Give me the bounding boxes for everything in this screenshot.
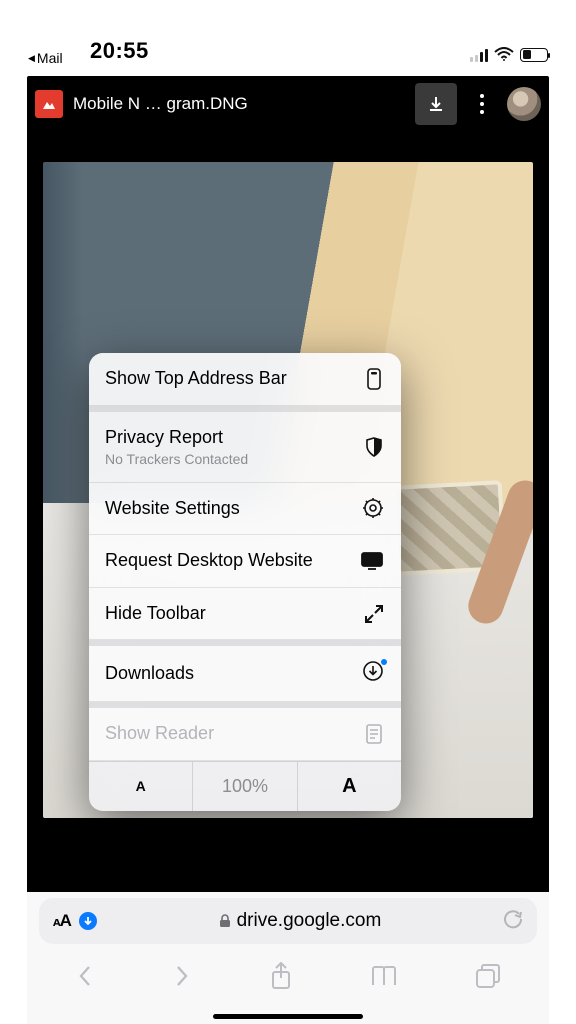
tabs-button[interactable] [475,963,501,989]
address-bar-icon [365,368,383,390]
menu-hide-toolbar[interactable]: Hide Toolbar [89,588,401,641]
more-menu-button[interactable] [467,94,497,114]
file-title: Mobile N … gram.DNG [73,94,405,114]
battery-icon [520,48,548,62]
share-button[interactable] [269,962,293,990]
privacy-sublabel: No Trackers Contacted [105,451,248,467]
menu-website-settings[interactable]: Website Settings [89,483,401,536]
desktop-icon [361,552,383,570]
menu-privacy-report[interactable]: Privacy ReportNo Trackers Contacted [89,406,401,483]
menu-show-top-address-bar[interactable]: Show Top Address Bar [89,353,401,406]
cellular-signal-icon [470,48,488,62]
page-settings-button[interactable]: ᴀA [53,911,71,931]
zoom-level: 100% [192,762,296,811]
toolbar [27,948,549,1004]
status-bar: 20:55 Mail [0,0,576,64]
shield-icon [365,437,383,457]
account-avatar[interactable] [507,87,541,121]
gear-icon [363,498,383,518]
expand-icon [365,605,383,623]
download-button[interactable] [415,83,457,125]
back-button[interactable] [75,964,95,988]
menu-request-desktop[interactable]: Request Desktop Website [89,535,401,588]
lock-icon [219,914,231,928]
status-time: 20:55 [90,38,149,64]
zoom-in-button[interactable]: A [297,762,401,811]
menu-show-reader: Show Reader [89,702,401,761]
safari-bottom-bar: ᴀA drive.google.com [27,892,549,1024]
wifi-icon [494,47,514,62]
drive-header: Mobile N … gram.DNG [27,76,549,132]
back-to-app-link[interactable]: Mail [28,50,63,66]
image-file-icon [35,90,63,118]
home-indicator[interactable] [213,1014,363,1019]
download-circle-icon [363,661,383,686]
address-bar[interactable]: ᴀA drive.google.com [39,898,537,944]
bookmarks-button[interactable] [370,964,398,988]
reload-button[interactable] [503,909,523,934]
zoom-out-button[interactable]: A [89,762,192,811]
url-domain[interactable]: drive.google.com [219,910,382,932]
status-right [470,47,548,64]
zoom-controls: A 100% A [89,761,401,811]
menu-downloads[interactable]: Downloads [89,640,401,702]
page-settings-menu: Show Top Address Bar Privacy ReportNo Tr… [89,353,401,811]
downloads-indicator[interactable] [79,912,97,930]
reader-icon [365,724,383,744]
forward-button[interactable] [172,964,192,988]
